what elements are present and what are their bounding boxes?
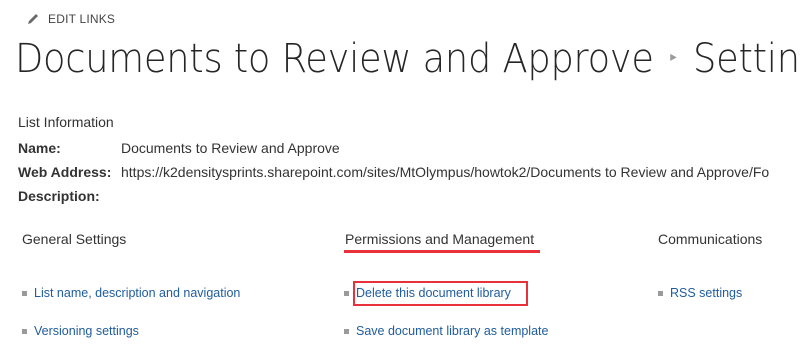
general-settings-heading: General Settings: [22, 231, 127, 247]
description-row: Description:: [18, 188, 121, 204]
link-label: List name, description and navigation: [34, 286, 241, 300]
description-label: Description:: [18, 188, 100, 204]
page-title: Documents to Review and Approve ▸ Settings: [15, 36, 800, 82]
web-address-row: Web Address: https://k2densitysprints.sha…: [18, 164, 769, 180]
bullet-icon: [22, 290, 27, 296]
web-address-value: https://k2densitysprints.sharepoint.com/…: [121, 164, 770, 180]
breadcrumb-list-link[interactable]: Documents to Review and Approve: [15, 36, 654, 82]
name-label: Name:: [18, 140, 61, 156]
bullet-icon: [658, 290, 663, 296]
communications-heading: Communications: [658, 231, 763, 247]
bullet-icon: [344, 328, 349, 334]
link-save-library-as-template[interactable]: Save document library as template: [344, 324, 548, 338]
web-address-label: Web Address:: [18, 164, 112, 180]
link-rss-settings[interactable]: RSS settings: [658, 286, 742, 300]
name-row: Name: Documents to Review and Approve: [18, 140, 340, 156]
link-versioning-settings[interactable]: Versioning settings: [22, 324, 139, 338]
link-label: Versioning settings: [34, 324, 139, 338]
breadcrumb-separator-icon: ▸: [670, 49, 677, 65]
list-information-heading: List Information: [18, 114, 114, 130]
edit-links-label: EDIT LINKS: [48, 12, 116, 26]
bullet-icon: [22, 328, 27, 334]
delete-link-highlight-box: [353, 281, 528, 306]
link-list-name-description-navigation[interactable]: List name, description and navigation: [22, 286, 240, 300]
permissions-management-heading: Permissions and Management: [345, 231, 535, 247]
name-value: Documents to Review and Approve: [121, 140, 340, 156]
pencil-icon: [28, 14, 38, 24]
link-label: RSS settings: [670, 286, 743, 300]
bullet-icon: [344, 290, 349, 296]
breadcrumb-current: Settings: [692, 36, 800, 82]
link-label: Save document library as template: [356, 324, 549, 338]
permissions-highlight-underline: [344, 250, 540, 253]
edit-links-button[interactable]: EDIT LINKS: [26, 12, 115, 26]
